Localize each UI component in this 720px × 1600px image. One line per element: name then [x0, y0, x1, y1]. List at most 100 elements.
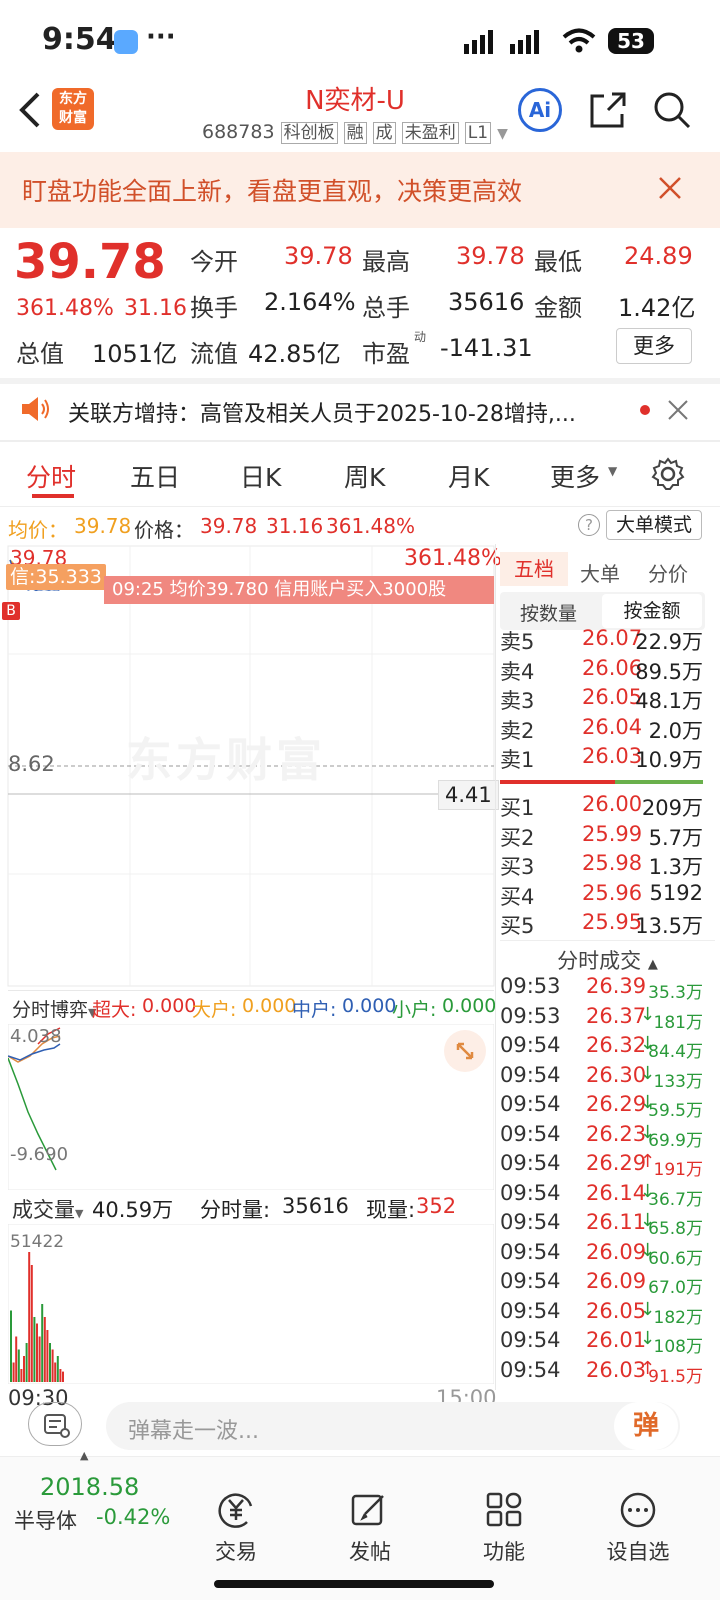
- volume-value: 35616: [448, 288, 525, 316]
- tab-daily-k[interactable]: 日K: [240, 458, 281, 494]
- tick-time: 09:53: [500, 974, 561, 998]
- big-order-mode-button[interactable]: 大单模式: [606, 510, 702, 540]
- expand-icon: [456, 1042, 474, 1060]
- bid-label: 买2: [500, 825, 535, 850]
- notice-text: 关联方增持：高管及相关人员于2025-10-28增持,...: [68, 402, 576, 427]
- tick-volume: 133万: [653, 1071, 703, 1092]
- share-icon[interactable]: [588, 90, 628, 130]
- close-icon[interactable]: [658, 176, 682, 200]
- bid-row[interactable]: 买3 25.98 1.3万: [500, 851, 715, 881]
- quote-panel: 39.78 361.48% 31.16 今开 39.78 最高 39.78 最低…: [0, 228, 720, 378]
- tab-intraday-underline: [32, 494, 74, 498]
- ask-price: 26.05: [582, 685, 643, 709]
- nav-function[interactable]: 功能: [454, 1492, 554, 1566]
- tab-big-order[interactable]: 大单: [580, 558, 620, 587]
- bid-row[interactable]: 买2 25.99 5.7万: [500, 822, 715, 852]
- subtab-by-amount[interactable]: 按金额: [602, 594, 702, 628]
- danmu-input[interactable]: 弹幕走一波... 弹: [106, 1402, 680, 1450]
- notice-bar[interactable]: 关联方增持：高管及相关人员于2025-10-28增持,...: [0, 384, 720, 438]
- gear-icon[interactable]: [650, 456, 686, 492]
- tick-time: 09:54: [500, 1062, 561, 1087]
- status-time: 9:54: [42, 22, 117, 57]
- volume-bar: [59, 1369, 62, 1382]
- stock-name: N奕材-U: [305, 86, 405, 116]
- tab-five-level[interactable]: 五档: [500, 552, 568, 586]
- ask-price: 26.04: [582, 714, 643, 739]
- bid-price: 25.99: [582, 821, 643, 846]
- large-label: 大户:: [192, 999, 237, 1021]
- volume-indicator-select[interactable]: 成交量▼: [12, 1194, 83, 1224]
- mid-label: 中户:: [292, 999, 337, 1021]
- index-name[interactable]: 半导体: [14, 1505, 77, 1535]
- ask-row[interactable]: 卖4 26.06 89.5万: [500, 656, 715, 686]
- b-marker[interactable]: B: [2, 602, 20, 620]
- tick-price: 26.01: [586, 1328, 647, 1352]
- chart-base-price-text: 4.41: [445, 783, 492, 807]
- bid-row[interactable]: 买1 26.00 209万: [500, 792, 715, 822]
- ask-row[interactable]: 卖3 26.05 48.1万: [500, 685, 715, 715]
- back-icon[interactable]: [14, 90, 44, 130]
- volume-bar: [15, 1336, 18, 1382]
- danmu-send-button[interactable]: 弹: [614, 1402, 678, 1450]
- chevron-down-icon: ▼: [75, 1207, 84, 1220]
- ticks-title-label: 分时成交: [557, 949, 642, 973]
- bid-row[interactable]: 买4 25.96 5192: [500, 881, 715, 911]
- game-indicator-label: 分时博弈: [12, 999, 89, 1021]
- ask-volume: 48.1万: [635, 689, 703, 713]
- tick-price: 26.32: [586, 1033, 647, 1057]
- tag-unprofitable: 未盈利: [401, 122, 459, 144]
- ask-row[interactable]: 卖2 26.04 2.0万: [500, 715, 715, 745]
- tab-price-dist[interactable]: 分价: [648, 558, 688, 587]
- bid-row[interactable]: 买5 25.95 13.5万: [500, 910, 715, 940]
- tick-time: 09:54: [500, 1033, 561, 1057]
- expand-button[interactable]: [444, 1030, 486, 1072]
- ask-row[interactable]: 卖1 26.03 10.9万: [500, 744, 715, 774]
- ai-button[interactable]: Ai: [518, 88, 562, 132]
- subtab-by-qty[interactable]: 按数量: [520, 599, 577, 626]
- tick-time: 09:54: [500, 1239, 561, 1264]
- game-indicator-select[interactable]: 分时博弈▼: [12, 995, 96, 1022]
- tick-time: 09:54: [500, 1151, 561, 1175]
- bid-label: 买3: [500, 855, 535, 879]
- volume-indicator-label: 成交量: [12, 1198, 75, 1222]
- tab-five-day[interactable]: 五日: [130, 458, 180, 494]
- tab-weekly-k[interactable]: 周K: [344, 458, 385, 494]
- tick-time: 09:54: [500, 1298, 561, 1323]
- tick-price: 26.11: [586, 1210, 647, 1234]
- ask-volume: 2.0万: [648, 718, 703, 743]
- danmu-settings-button[interactable]: [28, 1402, 82, 1446]
- nav-trade[interactable]: 交易: [186, 1492, 286, 1566]
- tab-intraday[interactable]: 分时: [26, 458, 76, 494]
- change-pct: 361.48%: [16, 296, 114, 321]
- tick-row: 09:54 26.11 ↓ 65.8万: [500, 1210, 715, 1240]
- mid-value: 0.000: [342, 995, 397, 1017]
- nav-post[interactable]: 发帖: [320, 1492, 420, 1566]
- search-icon[interactable]: [652, 90, 692, 130]
- tab-monthly-k[interactable]: 月K: [448, 458, 489, 494]
- nav-trade-label: 交易: [215, 1540, 257, 1564]
- ask-label: 卖5: [500, 630, 535, 654]
- ask-label: 卖2: [500, 718, 535, 743]
- index-pct[interactable]: -0.42%: [96, 1505, 170, 1529]
- small-value: 0.000: [442, 995, 497, 1017]
- ask-row[interactable]: 卖5 26.07 22.9万: [500, 626, 715, 656]
- more-button[interactable]: 更多: [616, 328, 692, 364]
- feature-banner[interactable]: 盯盘功能全面上新，看盘更直观，决策更高效: [0, 152, 720, 228]
- tick-volume: 35.3万: [648, 983, 703, 1003]
- chevron-down-icon[interactable]: ▼: [497, 126, 508, 142]
- minute-vol-label: 分时量:: [200, 1198, 271, 1222]
- game-chart: [8, 1024, 494, 1190]
- float-value: 42.85亿: [248, 340, 341, 368]
- notice-close-icon[interactable]: [668, 400, 688, 420]
- help-icon[interactable]: ?: [578, 514, 600, 536]
- index-value[interactable]: 2018.58: [40, 1473, 139, 1501]
- danmu-input-placeholder: 弹幕走一波...: [128, 1419, 259, 1444]
- super-label: 超大:: [92, 999, 137, 1021]
- ticks-title[interactable]: 分时成交 ▲: [500, 940, 715, 974]
- depth-split-bar-green: [615, 780, 703, 784]
- nav-add-watchlist[interactable]: 设自选: [588, 1492, 688, 1566]
- tick-price: 26.30: [586, 1062, 647, 1087]
- tick-row: 09:54 26.05 ↓ 182万: [500, 1299, 715, 1329]
- tick-volume: 181万: [653, 1012, 703, 1033]
- tab-more[interactable]: 更多: [550, 458, 600, 494]
